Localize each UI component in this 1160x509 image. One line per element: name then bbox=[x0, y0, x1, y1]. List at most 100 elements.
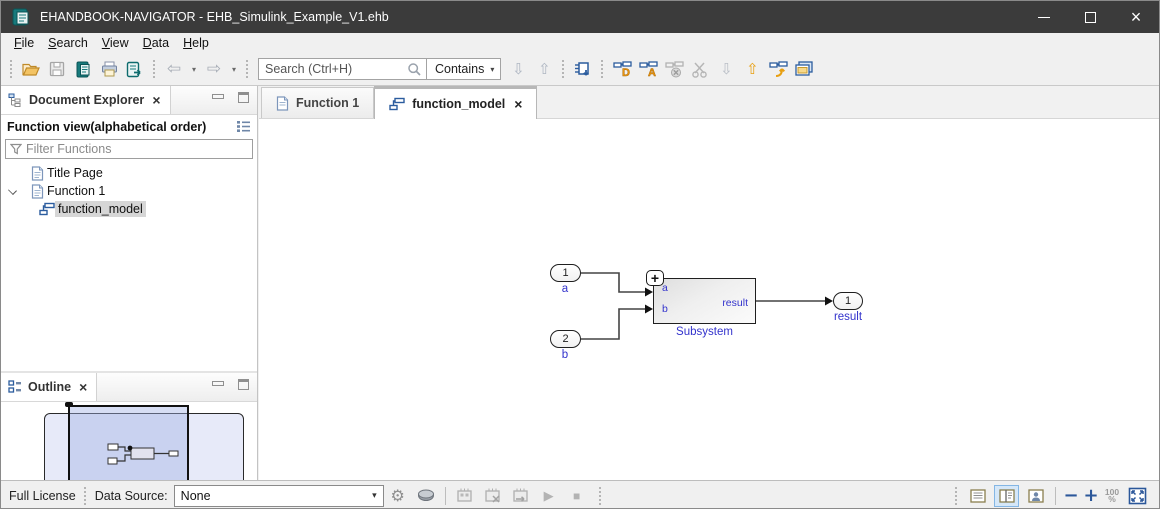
divider bbox=[444, 486, 446, 505]
cut-model-button[interactable] bbox=[688, 57, 712, 81]
search-mode-dropdown[interactable]: Contains ▾ bbox=[429, 62, 500, 76]
arrow-up-icon: ⇧ bbox=[746, 59, 759, 78]
toolbar-grip bbox=[562, 60, 565, 78]
view-mode-document-button[interactable] bbox=[965, 485, 990, 507]
forward-button[interactable]: ⇨ bbox=[202, 57, 226, 81]
svg-text:A: A bbox=[648, 67, 656, 78]
save-button[interactable] bbox=[45, 57, 69, 81]
panel-maximize-icon[interactable] bbox=[238, 379, 249, 390]
model-canvas[interactable]: 1 a 2 b a b result + Subsystem 1 result bbox=[259, 119, 1159, 480]
dataset-layers-icon[interactable] bbox=[416, 486, 436, 506]
play-icon[interactable]: ▶ bbox=[539, 486, 559, 506]
model-icon bbox=[39, 202, 55, 216]
data-source-dropdown[interactable]: None ▾ bbox=[173, 484, 384, 507]
step-into-subsystem-button[interactable]: ⇩ bbox=[714, 57, 738, 81]
zoom-out-button[interactable]: − bbox=[1061, 485, 1081, 506]
insert-block-button[interactable] bbox=[571, 57, 595, 81]
chevron-down-icon[interactable] bbox=[8, 186, 17, 195]
outline-mini-diagram bbox=[107, 443, 179, 465]
back-button[interactable]: ⇦ bbox=[162, 57, 186, 81]
menu-view[interactable]: View bbox=[95, 34, 136, 52]
zoom-level-button[interactable]: 100 % bbox=[1101, 487, 1123, 503]
inport-2-block[interactable]: 2 bbox=[550, 330, 581, 348]
filter-funnel-icon bbox=[10, 143, 22, 155]
caret-down-icon: ▾ bbox=[372, 490, 377, 500]
license-status: Full License bbox=[9, 488, 76, 503]
menu-file[interactable]: File bbox=[7, 34, 41, 52]
subsystem-block[interactable]: a b result bbox=[653, 278, 756, 324]
stop-icon[interactable]: ■ bbox=[567, 486, 587, 506]
save-icon bbox=[49, 61, 65, 77]
caret-down-icon: ▾ bbox=[191, 64, 196, 74]
search-input[interactable] bbox=[259, 60, 407, 78]
panel-maximize-icon[interactable] bbox=[238, 92, 249, 103]
toolbar-grip bbox=[153, 60, 156, 78]
status-bar: Full License Data Source: None ▾ ⚙ ▶ ■ −… bbox=[1, 480, 1159, 508]
tab-close-icon[interactable]: × bbox=[514, 96, 522, 112]
open-in-window-button[interactable] bbox=[792, 57, 816, 81]
tab-function-model[interactable]: function_model × bbox=[374, 86, 538, 119]
tree-item-label: Function 1 bbox=[47, 184, 106, 198]
panel-minimize-icon[interactable] bbox=[212, 94, 224, 99]
fit-to-view-button[interactable] bbox=[1127, 486, 1147, 506]
minimize-button[interactable] bbox=[1021, 1, 1067, 33]
back-history-dropdown[interactable]: ▾ bbox=[188, 57, 200, 81]
subsystem-expand-button[interactable]: + bbox=[646, 270, 664, 286]
model-icon bbox=[389, 97, 405, 111]
tree-item-title-page[interactable]: Title Page bbox=[1, 164, 257, 182]
step-out-subsystem-button[interactable]: ⇧ bbox=[740, 57, 764, 81]
filter-functions-input[interactable] bbox=[26, 142, 248, 156]
outline-tab[interactable]: Outline × bbox=[1, 373, 98, 401]
settings-gear-icon[interactable]: ⚙ bbox=[388, 486, 408, 506]
calibration-data-2-icon[interactable] bbox=[483, 486, 503, 506]
split-view-icon bbox=[998, 488, 1015, 503]
menu-help[interactable]: Help bbox=[176, 34, 216, 52]
arrow-down-icon: ⇩ bbox=[512, 59, 525, 78]
view-mode-split-button[interactable] bbox=[994, 484, 1019, 507]
port-number: 2 bbox=[562, 333, 569, 345]
close-icon[interactable]: × bbox=[152, 92, 160, 108]
filter-functions-box bbox=[5, 139, 253, 159]
outport-1-block[interactable]: 1 bbox=[833, 292, 863, 310]
main-toolbar: ⇦ ▾ ⇨ ▾ Contains ▾ ⇩ ⇧ bbox=[1, 53, 1159, 86]
outline-title: Outline bbox=[28, 380, 72, 394]
scissors-icon bbox=[692, 61, 708, 78]
go-to-parent-model-button[interactable] bbox=[766, 57, 790, 81]
calibration-data-3-icon[interactable] bbox=[511, 486, 531, 506]
find-previous-button[interactable]: ⇧ bbox=[532, 57, 556, 81]
show-data-button[interactable]: D bbox=[610, 57, 634, 81]
toolbar-grip bbox=[246, 60, 249, 78]
print-button[interactable] bbox=[97, 57, 121, 81]
tree-item-function-model[interactable]: function_model bbox=[1, 200, 257, 218]
outline-header: Outline × bbox=[1, 373, 257, 402]
zoom-in-button[interactable]: + bbox=[1081, 485, 1101, 506]
maximize-button[interactable] bbox=[1067, 1, 1113, 33]
show-annotations-button[interactable]: A bbox=[636, 57, 660, 81]
open-file-button[interactable] bbox=[19, 57, 43, 81]
tree-item-label: Title Page bbox=[47, 166, 103, 180]
view-mode-person-button[interactable] bbox=[1023, 485, 1048, 507]
menu-search[interactable]: Search bbox=[41, 34, 95, 52]
inport-1-block[interactable]: 1 bbox=[550, 264, 581, 282]
close-icon: × bbox=[1130, 7, 1142, 27]
document-explorer-tab[interactable]: Document Explorer × bbox=[1, 86, 171, 114]
remove-highlight-button[interactable] bbox=[662, 57, 686, 81]
close-icon[interactable]: × bbox=[79, 379, 87, 395]
panel-minimize-icon[interactable] bbox=[212, 381, 224, 386]
forward-history-dropdown[interactable]: ▾ bbox=[228, 57, 240, 81]
find-next-button[interactable]: ⇩ bbox=[506, 57, 530, 81]
subsystem-port-result-label: result bbox=[722, 297, 748, 309]
outline-thumbnail[interactable] bbox=[1, 402, 257, 481]
outline-icon bbox=[8, 380, 21, 393]
close-button[interactable]: × bbox=[1113, 1, 1159, 33]
document-explorer-panel: Document Explorer × Function view(alphab… bbox=[1, 86, 257, 218]
menu-data[interactable]: Data bbox=[136, 34, 176, 52]
view-menu-icon[interactable] bbox=[236, 120, 251, 133]
open-ebook-button[interactable] bbox=[71, 57, 95, 81]
left-panel-column: Document Explorer × Function view(alphab… bbox=[1, 86, 258, 481]
tab-function-1[interactable]: Function 1 bbox=[261, 87, 375, 118]
export-ebook-button[interactable] bbox=[123, 57, 147, 81]
model-badge-a-icon: A bbox=[639, 60, 658, 78]
calibration-data-1-icon[interactable] bbox=[455, 486, 475, 506]
tree-item-function-1[interactable]: Function 1 bbox=[1, 182, 257, 200]
